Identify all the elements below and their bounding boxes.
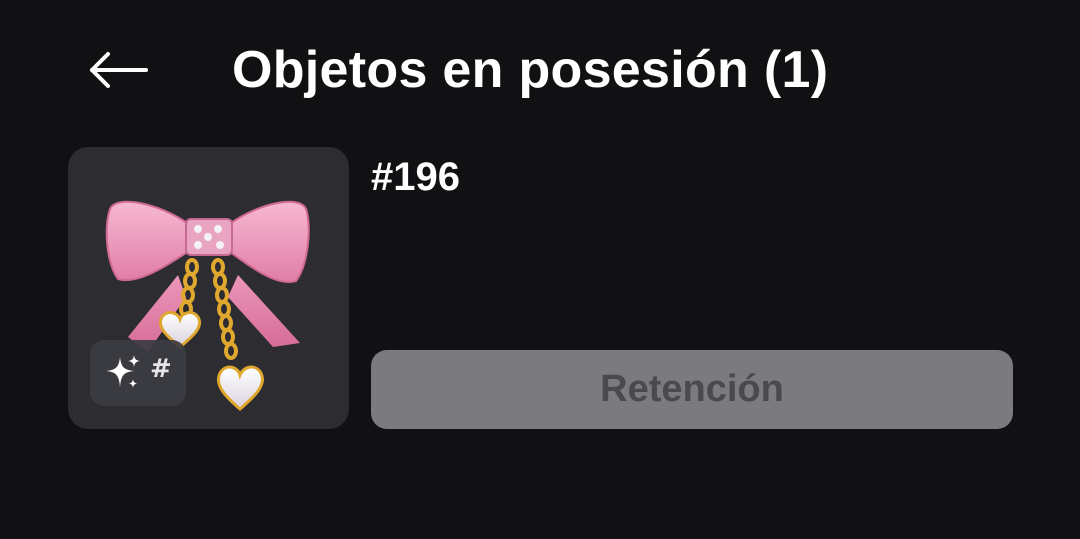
limited-edition-badge: # xyxy=(90,340,186,406)
serial-badge-symbol: # xyxy=(150,354,172,384)
hold-button[interactable]: Retención xyxy=(371,350,1013,429)
back-button[interactable] xyxy=(78,42,158,98)
owned-items-screen: Objetos en posesión (1) # #196 Retención xyxy=(0,0,1080,539)
page-title: Objetos en posesión (1) xyxy=(232,41,829,99)
sparkles-icon xyxy=(106,355,140,388)
arrow-left-icon xyxy=(90,52,148,88)
header-bar: Objetos en posesión (1) xyxy=(0,28,1080,112)
item-serial-number: #196 xyxy=(371,155,460,199)
item-thumbnail[interactable]: # xyxy=(68,147,349,429)
